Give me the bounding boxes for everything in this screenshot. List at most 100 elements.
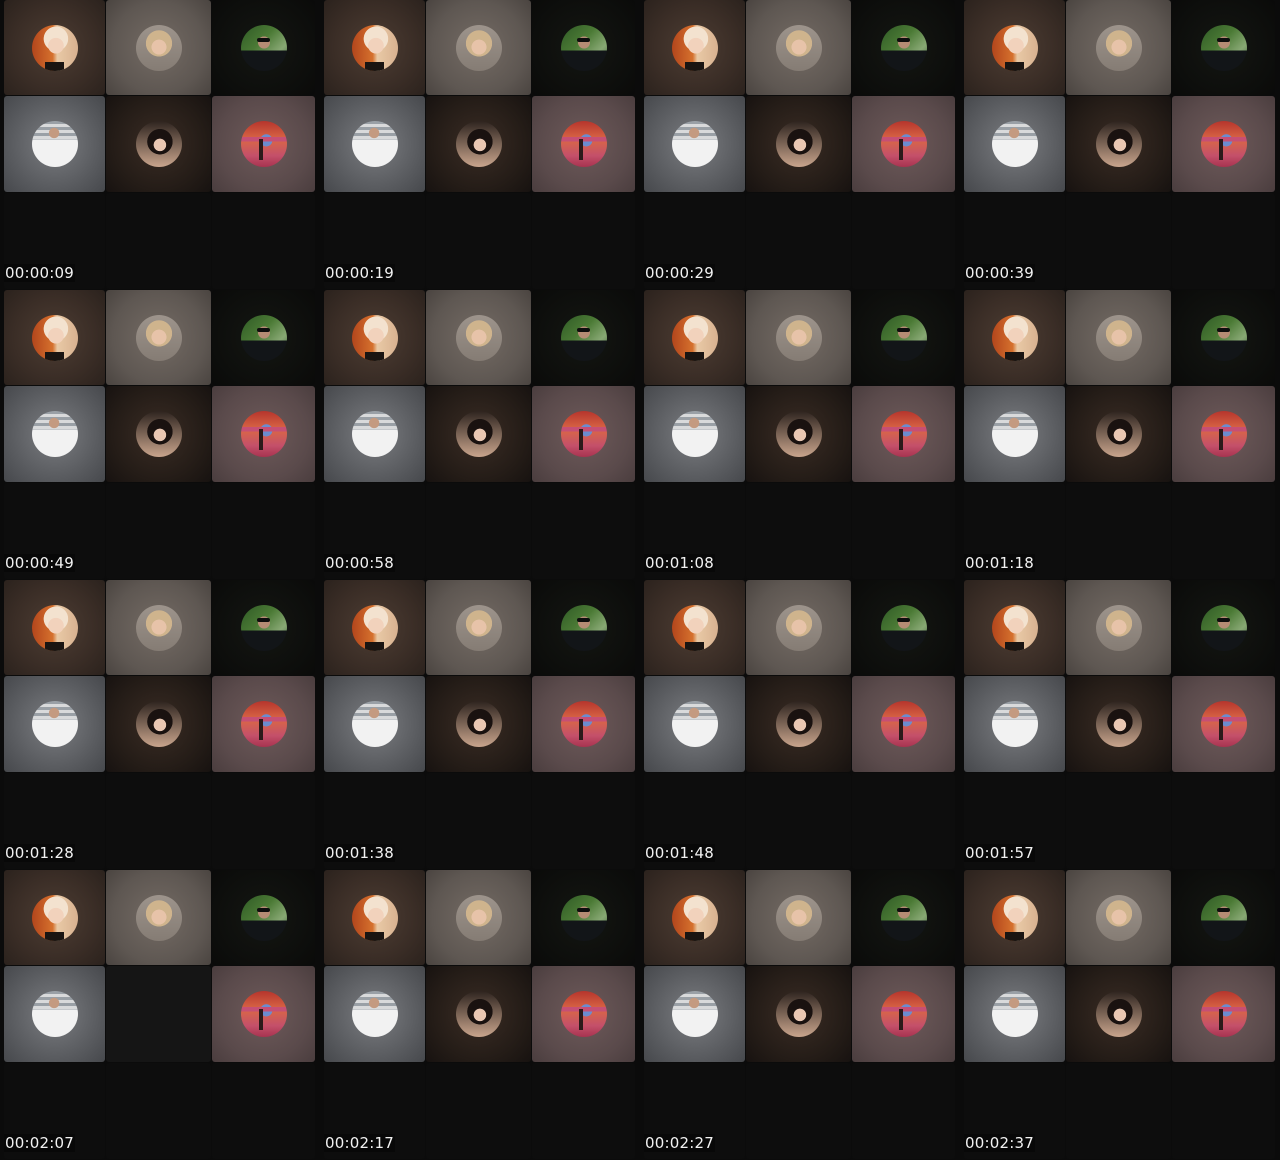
- participant-tile[interactable]: [1066, 96, 1171, 192]
- participant-tile[interactable]: [426, 386, 531, 482]
- participant-grid: [644, 290, 956, 580]
- participant-tile[interactable]: [212, 96, 315, 192]
- participant-tile[interactable]: [324, 290, 425, 385]
- participant-tile[interactable]: [964, 386, 1065, 482]
- participant-tile[interactable]: [4, 0, 105, 95]
- participant-tile[interactable]: [746, 0, 851, 95]
- participant-tile[interactable]: [746, 580, 851, 675]
- participant-tile[interactable]: [746, 290, 851, 385]
- participant-tile[interactable]: [1066, 0, 1171, 95]
- participant-tile[interactable]: [852, 0, 955, 95]
- participant-tile[interactable]: [746, 870, 851, 965]
- participant-tile[interactable]: [4, 966, 105, 1062]
- empty-tile: [746, 193, 851, 289]
- participant-tile[interactable]: [1172, 0, 1275, 95]
- empty-tile: [106, 483, 211, 579]
- participant-tile[interactable]: [1066, 676, 1171, 772]
- participant-tile[interactable]: [852, 870, 955, 965]
- participant-tile[interactable]: [106, 290, 211, 385]
- participant-tile[interactable]: [964, 580, 1065, 675]
- participant-tile[interactable]: [964, 966, 1065, 1062]
- participant-tile[interactable]: [212, 0, 315, 95]
- participant-tile[interactable]: [1066, 966, 1171, 1062]
- participant-tile[interactable]: [852, 96, 955, 192]
- participant-tile[interactable]: [532, 966, 635, 1062]
- participant-tile[interactable]: [644, 290, 745, 385]
- participant-tile[interactable]: [426, 0, 531, 95]
- participant-tile[interactable]: [324, 580, 425, 675]
- participant-tile[interactable]: [426, 676, 531, 772]
- participant-tile[interactable]: [106, 386, 211, 482]
- participant-tile[interactable]: [4, 870, 105, 965]
- participant-tile[interactable]: [106, 966, 211, 1062]
- participant-tile[interactable]: [644, 96, 745, 192]
- participant-tile[interactable]: [1172, 96, 1275, 192]
- participant-tile[interactable]: [106, 676, 211, 772]
- participant-tile[interactable]: [4, 290, 105, 385]
- participant-tile[interactable]: [532, 96, 635, 192]
- participant-tile[interactable]: [532, 580, 635, 675]
- participant-tile[interactable]: [964, 96, 1065, 192]
- participant-tile[interactable]: [324, 676, 425, 772]
- participant-tile[interactable]: [324, 386, 425, 482]
- participant-tile[interactable]: [964, 870, 1065, 965]
- participant-tile[interactable]: [644, 386, 745, 482]
- participant-tile[interactable]: [1172, 676, 1275, 772]
- participant-tile[interactable]: [212, 580, 315, 675]
- participant-tile[interactable]: [106, 870, 211, 965]
- participant-tile[interactable]: [532, 676, 635, 772]
- participant-tile[interactable]: [532, 290, 635, 385]
- participant-tile[interactable]: [4, 386, 105, 482]
- participant-tile[interactable]: [212, 966, 315, 1062]
- participant-tile[interactable]: [1172, 966, 1275, 1062]
- participant-tile[interactable]: [324, 870, 425, 965]
- participant-tile[interactable]: [532, 386, 635, 482]
- participant-tile[interactable]: [212, 870, 315, 965]
- participant-tile[interactable]: [852, 676, 955, 772]
- participant-tile[interactable]: [852, 580, 955, 675]
- participant-tile[interactable]: [852, 290, 955, 385]
- participant-tile[interactable]: [1066, 290, 1171, 385]
- participant-tile[interactable]: [212, 676, 315, 772]
- participant-tile[interactable]: [212, 386, 315, 482]
- participant-tile[interactable]: [964, 290, 1065, 385]
- participant-tile[interactable]: [746, 386, 851, 482]
- participant-tile[interactable]: [426, 580, 531, 675]
- participant-tile[interactable]: [1172, 580, 1275, 675]
- participant-tile[interactable]: [106, 0, 211, 95]
- participant-tile[interactable]: [1172, 290, 1275, 385]
- participant-tile[interactable]: [426, 966, 531, 1062]
- participant-tile[interactable]: [1172, 386, 1275, 482]
- participant-tile[interactable]: [324, 96, 425, 192]
- participant-tile[interactable]: [644, 0, 745, 95]
- participant-tile[interactable]: [852, 386, 955, 482]
- participant-tile[interactable]: [644, 580, 745, 675]
- participant-tile[interactable]: [1066, 386, 1171, 482]
- participant-tile[interactable]: [852, 966, 955, 1062]
- participant-tile[interactable]: [644, 966, 745, 1062]
- participant-tile[interactable]: [644, 676, 745, 772]
- participant-tile[interactable]: [426, 96, 531, 192]
- participant-tile[interactable]: [644, 870, 745, 965]
- participant-tile[interactable]: [4, 676, 105, 772]
- participant-tile[interactable]: [532, 0, 635, 95]
- participant-tile[interactable]: [106, 580, 211, 675]
- participant-tile[interactable]: [212, 290, 315, 385]
- participant-tile[interactable]: [1066, 580, 1171, 675]
- participant-tile[interactable]: [964, 0, 1065, 95]
- participant-tile[interactable]: [4, 96, 105, 192]
- participant-tile[interactable]: [324, 0, 425, 95]
- participant-tile[interactable]: [746, 966, 851, 1062]
- frame-timestamp: 00:00:09: [4, 264, 75, 282]
- participant-tile[interactable]: [324, 966, 425, 1062]
- participant-tile[interactable]: [426, 870, 531, 965]
- participant-tile[interactable]: [1066, 870, 1171, 965]
- participant-tile[interactable]: [964, 676, 1065, 772]
- participant-tile[interactable]: [746, 96, 851, 192]
- participant-tile[interactable]: [746, 676, 851, 772]
- participant-tile[interactable]: [4, 580, 105, 675]
- participant-tile[interactable]: [532, 870, 635, 965]
- participant-tile[interactable]: [106, 96, 211, 192]
- participant-tile[interactable]: [1172, 870, 1275, 965]
- participant-tile[interactable]: [426, 290, 531, 385]
